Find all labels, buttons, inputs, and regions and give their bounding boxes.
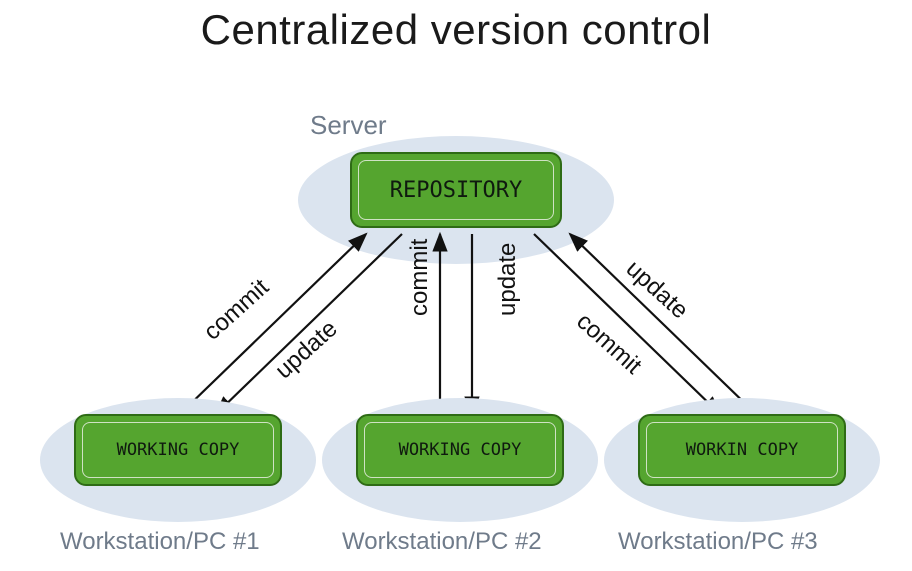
repository-label: REPOSITORY (390, 178, 522, 203)
ws1-label: Workstation/PC #1 (60, 528, 260, 556)
edge-ws2-update: update (494, 243, 522, 316)
diagram-title: Centralized version control (0, 6, 912, 54)
edge-ws3-commit: commit (571, 308, 647, 381)
ws3-node: WORKIN COPY (638, 414, 846, 486)
server-label: Server (310, 110, 387, 141)
ws1-node: WORKING COPY (74, 414, 282, 486)
ws3-node-label: WORKIN COPY (686, 440, 799, 460)
edge-ws1-commit: commit (199, 274, 275, 347)
ws1-node-label: WORKING COPY (117, 440, 240, 460)
edge-ws3-update: update (620, 255, 693, 325)
repository-node: REPOSITORY (350, 152, 562, 228)
edge-ws2-commit: commit (406, 239, 434, 316)
diagram-canvas: Centralized version control Server REPOS… (0, 0, 912, 571)
ws2-node-label: WORKING COPY (399, 440, 522, 460)
ws2-node: WORKING COPY (356, 414, 564, 486)
edge-ws1-update: update (270, 315, 343, 385)
ws3-label: Workstation/PC #3 (618, 528, 818, 556)
ws2-label: Workstation/PC #2 (342, 528, 542, 556)
